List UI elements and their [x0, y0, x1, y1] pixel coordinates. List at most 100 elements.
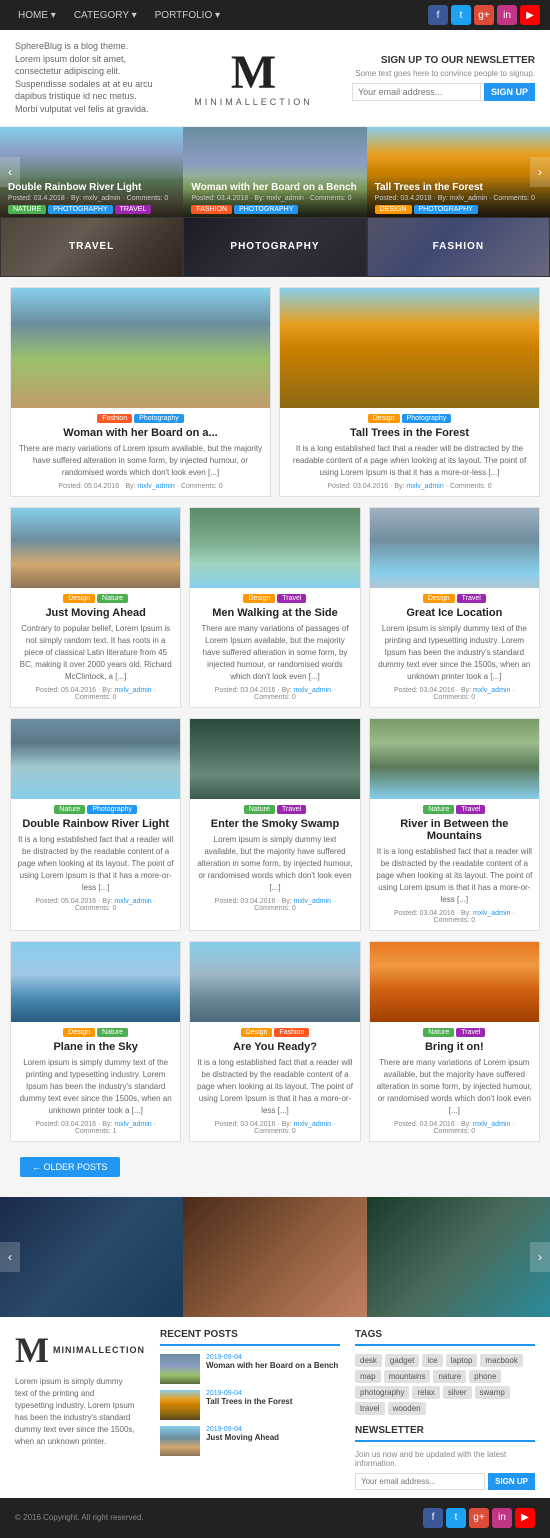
newsletter-signup-button[interactable]: SIGN UP [484, 83, 535, 101]
tag-laptop[interactable]: laptop [446, 1354, 478, 1367]
featured-2-tags: Design Photography [286, 414, 533, 423]
tag-photo-f1[interactable]: Photography [134, 414, 184, 423]
smoky-swamp-body: Nature Travel Enter the Smoky Swamp Lore… [190, 799, 359, 918]
tag-fashion[interactable]: FASHION [191, 205, 232, 214]
river-mountains-tags: Nature Travel [376, 805, 533, 814]
river-mountains-meta: Posted: 03.04.2016 · By: mxlv_admin · Co… [376, 910, 533, 924]
nav-category[interactable]: CATEGORY ▾ [66, 0, 145, 30]
footer-google-plus-icon[interactable]: g+ [469, 1508, 489, 1528]
tag-desk[interactable]: desk [355, 1354, 382, 1367]
tag-travel-bio[interactable]: Travel [456, 1028, 485, 1037]
tag-fashion-ayr[interactable]: Fashion [274, 1028, 309, 1037]
tag-travel[interactable]: TRAVEL [115, 205, 152, 214]
tag-travel-ss[interactable]: Travel [277, 805, 306, 814]
tag-ice[interactable]: ice [422, 1354, 442, 1367]
tag-swamp[interactable]: swamp [475, 1386, 510, 1399]
site-footer: M MINIMALLECTION Lorem ipsum is simply d… [0, 1317, 550, 1498]
tag-design-jm[interactable]: Design [63, 594, 95, 603]
tag-silver[interactable]: silver [443, 1386, 472, 1399]
tag-photo2[interactable]: PHOTOGRAPHY [414, 205, 478, 214]
category-travel[interactable]: TRAVEL [0, 217, 183, 277]
category-photography[interactable]: PHOTOGRAPHY [183, 217, 366, 277]
tag-design-ps[interactable]: Design [63, 1028, 95, 1037]
tag-nature-jm[interactable]: Nature [97, 594, 128, 603]
tag-macbook[interactable]: macbook [480, 1354, 522, 1367]
newsletter-email-input[interactable] [352, 83, 481, 101]
recent-post-1-title[interactable]: Woman with her Board on a Bench [206, 1361, 340, 1370]
plane-sky-tags: Design Nature [17, 1028, 174, 1037]
ayr-author[interactable]: mxlv_admin [294, 1121, 331, 1128]
tag-photo-rr[interactable]: Photography [87, 805, 137, 814]
recent-post-3-title[interactable]: Just Moving Ahead [206, 1433, 340, 1442]
tag-travel-gi[interactable]: Travel [457, 594, 486, 603]
gallery-next-button[interactable]: › [530, 1242, 550, 1272]
tag-relax[interactable]: relax [412, 1386, 439, 1399]
just-moving-body: Design Nature Just Moving Ahead Contrary… [11, 588, 180, 707]
ss-author[interactable]: mxlv_admin [294, 898, 331, 905]
footer-newsletter-input[interactable] [355, 1473, 485, 1490]
jm-author[interactable]: mxlv_admin [114, 687, 151, 694]
tag-phone[interactable]: phone [469, 1370, 501, 1383]
tag-fashion-f1[interactable]: Fashion [97, 414, 132, 423]
tag-design-mw[interactable]: Design [243, 594, 275, 603]
tag-nature-rr[interactable]: Nature [54, 805, 85, 814]
tag-nature-bio[interactable]: Nature [423, 1028, 454, 1037]
youtube-icon[interactable]: ▶ [520, 5, 540, 25]
rr-author[interactable]: mxlv_admin [114, 898, 151, 905]
site-header: SphereBlug is a blog theme. Lorem ipsum … [0, 30, 550, 127]
tag-nature-ss[interactable]: Nature [244, 805, 275, 814]
gallery-prev-button[interactable]: ‹ [0, 1242, 20, 1272]
author-link-2[interactable]: mxlv_admin [406, 483, 443, 490]
footer-facebook-icon[interactable]: f [423, 1508, 443, 1528]
tag-travel[interactable]: travel [355, 1402, 385, 1415]
rm-author[interactable]: mxlv_admin [473, 910, 510, 917]
facebook-icon[interactable]: f [428, 5, 448, 25]
recent-post-1-info: 2019-09-04 Woman with her Board on a Ben… [206, 1354, 340, 1370]
tag-wooden[interactable]: wooden [388, 1402, 426, 1415]
gi-author[interactable]: mxlv_admin [473, 687, 510, 694]
tag-travel-rm[interactable]: Travel [456, 805, 485, 814]
bio-author[interactable]: mxlv_admin [473, 1121, 510, 1128]
bring-it-on-excerpt: There are many variations of Lorem ipsum… [376, 1057, 533, 1117]
tag-mountains[interactable]: mountains [384, 1370, 431, 1383]
tag-photography[interactable]: PHOTOGRAPHY [48, 205, 112, 214]
tag-nature-ps[interactable]: Nature [97, 1028, 128, 1037]
instagram-icon[interactable]: in [497, 5, 517, 25]
ps-author[interactable]: mxlv_admin [114, 1121, 151, 1128]
category-fashion[interactable]: FASHION [367, 217, 550, 277]
tag-photo-f2[interactable]: Photography [402, 414, 452, 423]
tag-photography[interactable]: photography [355, 1386, 409, 1399]
twitter-icon[interactable]: t [451, 5, 471, 25]
tag-nature-rm[interactable]: Nature [423, 805, 454, 814]
author-link[interactable]: mxlv_admin [137, 483, 174, 490]
tag-design-gi[interactable]: Design [423, 594, 455, 603]
footer-newsletter-button[interactable]: SIGN UP [488, 1473, 535, 1490]
mw-author[interactable]: mxlv_admin [294, 687, 331, 694]
slider-next-button[interactable]: › [530, 157, 550, 187]
tag-design-f2[interactable]: Design [368, 414, 400, 423]
tag-travel-mw[interactable]: Travel [277, 594, 306, 603]
gallery-slide-2 [183, 1197, 366, 1317]
footer-twitter-icon[interactable]: t [446, 1508, 466, 1528]
tag-map[interactable]: map [355, 1370, 381, 1383]
older-posts-button[interactable]: ← OLDER POSTS [20, 1157, 120, 1177]
slide-3-tags: DESIGN PHOTOGRAPHY [375, 205, 542, 214]
tag-photo[interactable]: PHOTOGRAPHY [234, 205, 298, 214]
men-walking-meta: Posted: 03.04.2016 · By: mxlv_admin · Co… [196, 687, 353, 701]
river-mountains-excerpt: It is a long established fact that a rea… [376, 846, 533, 906]
tag-nature[interactable]: nature [433, 1370, 466, 1383]
recent-post-2-title[interactable]: Tall Trees in the Forest [206, 1397, 340, 1406]
tag-nature[interactable]: NATURE [8, 205, 46, 214]
nav-home[interactable]: HOME ▾ [10, 0, 64, 30]
footer-instagram-icon[interactable]: in [492, 1508, 512, 1528]
tag-design[interactable]: DESIGN [375, 205, 412, 214]
footer-inner: M MINIMALLECTION Lorem ipsum is simply d… [15, 1329, 535, 1490]
tag-design-ayr[interactable]: Design [241, 1028, 273, 1037]
recent-post-2-image [160, 1390, 200, 1420]
slider-prev-button[interactable]: ‹ [0, 157, 20, 187]
nav-portfolio[interactable]: PORTFOLIO ▾ [147, 0, 228, 30]
google-plus-icon[interactable]: g+ [474, 5, 494, 25]
footer-youtube-icon[interactable]: ▶ [515, 1508, 535, 1528]
rainbow-river-image [11, 719, 180, 799]
tag-gadget[interactable]: gadget [385, 1354, 419, 1367]
